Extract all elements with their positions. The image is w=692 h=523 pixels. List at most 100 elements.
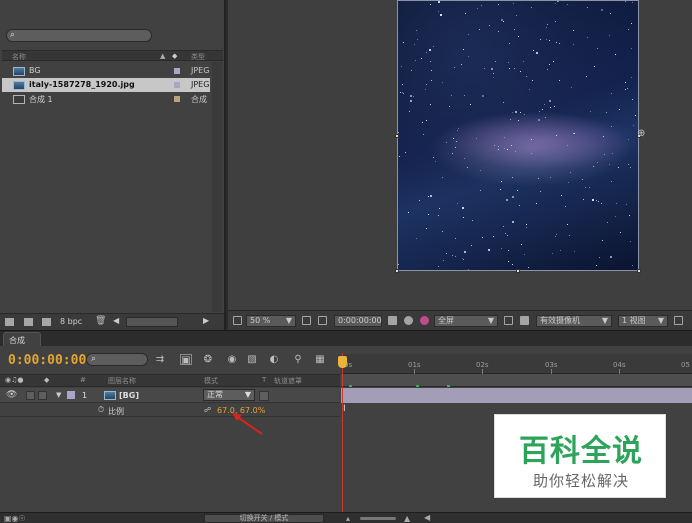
mask-visibility-icon[interactable] [318,316,327,325]
project-search-input[interactable]: ⌕ [6,29,152,42]
constrain-proportions-icon[interactable]: ☍ [204,406,211,414]
column-index[interactable]: # [80,376,86,384]
zoom-out-icon[interactable]: ▴ [346,514,350,523]
star-speck [426,120,427,121]
lock-switch[interactable] [38,391,47,400]
column-parent[interactable]: 轨道遮罩 [274,376,302,386]
stopwatch-icon[interactable]: ⏱ [98,405,104,415]
new-composition-icon[interactable] [42,318,51,326]
star-speck [401,66,402,67]
column-name[interactable]: 名称 [12,52,26,62]
star-speck [446,253,447,254]
column-mode[interactable]: 模式 [204,376,218,386]
project-item-comp[interactable]: 合成 1 合成 [2,92,210,106]
graph-editor-icon[interactable]: ⚲ [292,354,304,365]
viewer-timecode[interactable]: 0:00:00:00 [334,315,382,327]
toggle-switches-modes-button[interactable]: 切换开关 / 模式 [204,514,324,523]
keyframe-marker[interactable]: I [343,404,346,414]
project-hscrollbar[interactable] [126,317,178,327]
column-type[interactable]: 类型 [191,52,205,62]
project-item-italy[interactable]: italy-1587278_1920.jpg JPEG [2,78,210,92]
timeline-zoom-slider[interactable] [360,517,396,520]
star-speck [512,112,513,113]
star-speck [583,199,584,200]
column-source-name[interactable]: 图层名称 [108,376,136,386]
color-channel-icon[interactable] [420,316,429,325]
eye-icon[interactable]: 👁 [6,390,17,400]
layer-handle-bottom-left[interactable] [395,269,399,273]
brainstorm-icon[interactable]: ▦ [314,354,326,365]
sort-arrow-icon[interactable]: ▲ [160,52,165,60]
star-speck [630,167,631,168]
footage-icon [104,391,116,400]
star-speck [503,21,504,22]
layer-handle-bottom-right[interactable] [637,269,641,273]
milky-way-image[interactable] [397,0,639,271]
new-folder-icon[interactable] [24,318,33,326]
star-speck [618,167,619,168]
motion-blur-icon[interactable]: ◐ [268,354,280,365]
layer-name[interactable]: [BG] [119,391,139,400]
solo-switch[interactable] [26,391,35,400]
bit-depth-button[interactable]: 8 bpc [60,317,82,326]
draft-3d-icon[interactable]: ❂ [202,354,214,365]
label-color-swatch[interactable] [174,82,180,88]
playhead-handle[interactable] [338,356,347,368]
mini-flowchart-icon[interactable]: ⇉ [154,354,166,365]
current-time-indicator[interactable] [342,353,343,512]
work-area-bar[interactable] [341,374,692,387]
preserve-transparency-checkbox[interactable] [259,391,269,401]
trash-icon[interactable]: 🗑 [95,316,106,326]
star-speck [571,87,572,88]
tab-composition-1[interactable]: 合成 1× [3,332,41,355]
scroll-left-icon[interactable]: ◀ [113,316,119,325]
interpret-footage-icon[interactable] [5,318,14,326]
av-features-icon[interactable]: ◉♫● [5,376,24,384]
star-speck [442,231,443,232]
twirl-down-icon[interactable]: ▼ [56,391,61,399]
scroll-left-icon[interactable]: ◀ [424,513,430,522]
expand-switches-icon[interactable]: ▣◉☉ [4,514,26,523]
show-snapshot-icon[interactable] [404,316,413,325]
snapshot-icon[interactable] [388,316,397,325]
layer-handle-bottom[interactable] [516,269,520,273]
view-layout-icon[interactable] [674,316,683,325]
time-ruler[interactable]: 0s 01s 02s 03s 04s 05 [341,354,692,374]
timeline-status-bar: ▣◉☉ ▴ ▲ ◀ [0,512,692,523]
label-color-swatch[interactable] [174,68,180,74]
anchor-point-icon[interactable]: ⊕ [637,128,645,139]
star-speck [501,19,503,21]
layer-label-swatch[interactable] [67,391,75,399]
always-preview-icon[interactable] [233,316,242,325]
layer-handle-left[interactable] [395,134,399,138]
label-color-swatch[interactable] [174,96,180,102]
blend-mode-dropdown[interactable]: 正常 ▼ [203,389,255,401]
shy-layers-icon[interactable]: ◉ [226,354,238,365]
star-speck [526,227,527,228]
views-dropdown[interactable]: 1 视图 ▼ [618,315,668,327]
project-scrollbar[interactable] [212,62,222,312]
frame-blending-icon[interactable]: ▧ [246,354,258,365]
zoom-in-icon[interactable]: ▲ [404,514,410,523]
layer-row-bg[interactable]: 👁 ▼ 1 [BG] 正常 ▼ [0,388,340,403]
star-speck [498,146,499,147]
zoom-dropdown[interactable]: 50 % ▼ [246,315,296,327]
camera-dropdown[interactable]: 有效摄像机 ▼ [536,315,612,327]
region-of-interest-icon[interactable] [504,316,513,325]
label-icon[interactable]: ◆ [44,376,49,384]
star-speck [603,136,604,137]
layer-duration-bar[interactable] [341,388,692,403]
star-speck [611,126,612,127]
property-row-scale[interactable]: ⏱ 比例 ☍ 67.0, 67.0% [0,403,340,417]
scroll-right-icon[interactable]: ▶ [203,316,209,325]
transparency-grid-icon[interactable] [520,316,529,325]
star-speck [596,200,597,201]
comp-flowchart-icon[interactable]: ▣ [180,354,192,366]
project-item-bg[interactable]: BG JPEG [2,64,210,78]
timeline-search-input[interactable]: ⌕ [86,353,148,366]
label-tag-icon[interactable]: ◆ [172,52,177,60]
safe-margins-icon[interactable] [302,316,311,325]
resolution-dropdown[interactable]: 全屏 ▼ [434,315,498,327]
column-trkmat[interactable]: T [262,376,266,384]
current-time-display[interactable]: 0:00:00:00 [8,353,86,368]
